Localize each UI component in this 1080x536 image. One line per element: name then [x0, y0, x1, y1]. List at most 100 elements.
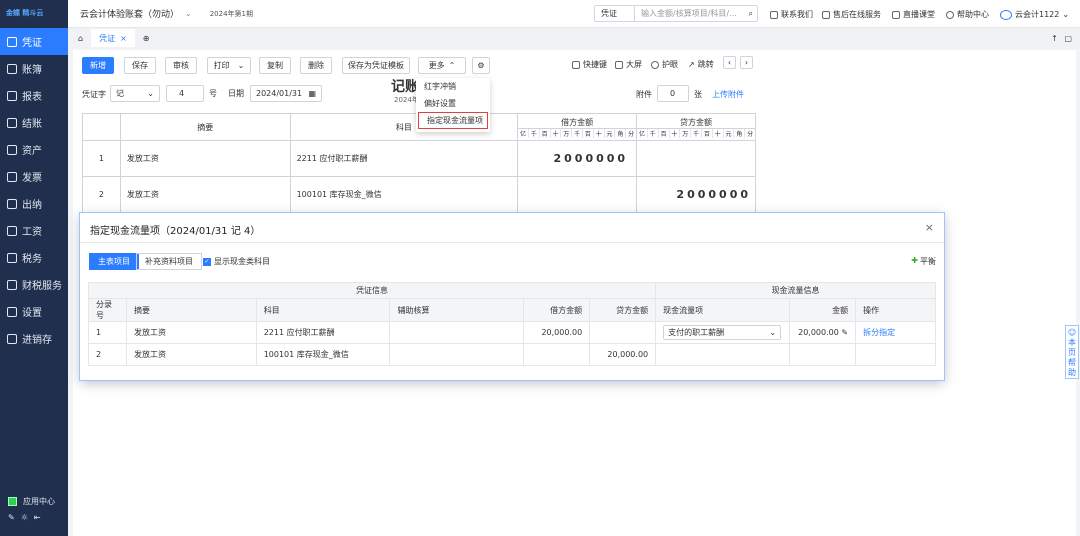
cell-amount[interactable]: 20,000.00 ✎ [789, 321, 857, 344]
split-assign-link[interactable]: 拆分指定 [855, 321, 936, 344]
menu-icon [7, 63, 17, 74]
shortcut-button[interactable]: 快捷键 [572, 59, 607, 70]
balance-icon: ✚ [911, 256, 918, 265]
cell-no: 2 [88, 343, 127, 366]
cell-subject: 2211 应付职工薪酬 [255, 321, 391, 344]
sidebar-item[interactable]: 工资 [0, 217, 68, 244]
home-icon[interactable]: ⌂ [78, 34, 83, 43]
row-summary[interactable]: 发放工资 [119, 176, 291, 213]
date-input[interactable]: 2024/01/31 ▦ [250, 85, 322, 102]
sidebar-item[interactable]: 资产 [0, 136, 68, 163]
edit-icon[interactable]: ✎ [839, 328, 848, 337]
attach-count-input[interactable]: 0 [657, 85, 689, 102]
copy-button[interactable]: 复制 [259, 57, 291, 74]
upload-attachment-link[interactable]: 上传附件 [712, 89, 744, 100]
jump-icon: ↗ [688, 60, 695, 69]
row-credit[interactable] [636, 140, 756, 177]
delete-button[interactable]: 删除 [300, 57, 332, 74]
prev-button[interactable]: ‹ [723, 56, 736, 69]
menu-icon [7, 171, 17, 182]
close-icon[interactable]: × [120, 34, 127, 43]
menu-icon [7, 333, 17, 344]
user-menu[interactable]: 云会计1122 ⌄ [1000, 9, 1069, 20]
cashflow-select[interactable]: 支付的职工薪酬 ⌄ [663, 325, 782, 340]
row-summary[interactable]: 发放工资 [119, 140, 291, 177]
cell-aux [389, 343, 525, 366]
sidebar-item[interactable]: 财税服务 [0, 271, 68, 298]
page-help-button[interactable]: ☺ 本页帮助 [1065, 325, 1079, 379]
contact-link[interactable]: 联系我们 [770, 9, 813, 20]
service-link[interactable]: 售后在线服务 [822, 9, 881, 20]
fullscreen-icon[interactable]: ▢ [1064, 34, 1072, 43]
tab-main-items[interactable]: 主表项目 [89, 253, 139, 270]
sidebar-item[interactable]: 结账 [0, 109, 68, 136]
sidebar-item[interactable]: 报表 [0, 82, 68, 109]
row-debit[interactable] [517, 176, 638, 213]
row-subject[interactable]: 2211 应付职工薪酬 [289, 140, 519, 177]
tab-voucher[interactable]: 凭证 × [91, 29, 135, 47]
sidebar-item[interactable]: 设置 [0, 298, 68, 325]
save-button[interactable]: 保存 [124, 57, 156, 74]
next-button[interactable]: › [740, 56, 753, 69]
app-center-link[interactable]: 应用中心 [8, 496, 55, 507]
table-row[interactable]: 1 发放工资 2211 应付职工薪酬 20,000.00 支付的职工薪酬 ⌄ 20… [88, 321, 936, 344]
bigscreen-button[interactable]: 大屏 [615, 59, 642, 70]
help-link[interactable]: 帮助中心 [946, 9, 989, 20]
sidebar-item[interactable]: 凭证 [0, 28, 68, 55]
jump-button[interactable]: ↗ 跳转 [688, 59, 714, 70]
live-link[interactable]: 直播课堂 [892, 9, 935, 20]
balance-button[interactable]: ✚ 平衡 [911, 256, 936, 267]
word-label: 凭证字 [82, 90, 106, 99]
account-name[interactable]: 云会计体验账套（勿动） [80, 7, 179, 20]
chevron-up-icon: ⌃ [448, 61, 456, 70]
search-type-select[interactable]: 凭证 [595, 6, 635, 21]
sidebar-item[interactable]: 进销存 [0, 325, 68, 352]
menu-item-preferences[interactable]: 偏好设置 [416, 95, 490, 112]
audit-button[interactable]: 审核 [165, 57, 197, 74]
more-button[interactable]: 更多 ⌃ [418, 57, 466, 74]
digit-header: 亿 [638, 130, 645, 138]
row-subject[interactable]: 100101 库存现金_微信 [289, 176, 519, 213]
sidebar-item[interactable]: 账簿 [0, 55, 68, 82]
edit-icon[interactable]: ✎ [8, 513, 15, 522]
digit-header: 万 [560, 128, 571, 138]
print-button[interactable]: 打印 ⌄ [207, 57, 251, 74]
sun-icon[interactable]: ☼ [21, 513, 28, 522]
voucher-row[interactable]: 2 发放工资 100101 库存现金_微信 2000000 [82, 176, 756, 213]
num-label: 号 [209, 89, 217, 98]
settings-gear-icon[interactable]: ⚙ [472, 57, 490, 74]
search-icon[interactable]: ⌕ [749, 9, 757, 19]
menu-item-cashflow[interactable]: 指定现金流量项 [418, 112, 488, 129]
pin-icon[interactable]: ↑ [1051, 34, 1058, 43]
voucher-number-input[interactable]: 4 [166, 85, 204, 102]
sidebar-item[interactable]: 发票 [0, 163, 68, 190]
voucher-title: 记账 [391, 79, 419, 95]
show-cash-subjects-checkbox[interactable]: ✓ 显示现金类科目 [203, 256, 270, 267]
chevron-down-icon[interactable]: ⌄ [185, 9, 192, 18]
eye-care-button[interactable]: 护眼 [651, 59, 678, 70]
tab-supplement-items[interactable]: 补充资料项目 [136, 253, 202, 270]
new-button[interactable]: 新增 [82, 57, 114, 74]
global-search[interactable]: 凭证 输入金额/核算项目/科目/... ⌕ [594, 5, 758, 22]
menu-item-red-reverse[interactable]: 红字冲销 [416, 78, 490, 95]
digit-header: 分 [625, 128, 636, 138]
sidebar-item[interactable]: 出纳 [0, 190, 68, 217]
digit-header: 元 [603, 128, 615, 138]
add-tab-icon[interactable]: ⊕ [143, 34, 150, 43]
search-input[interactable]: 输入金额/核算项目/科目/... [635, 8, 749, 19]
column-header: 操作 [855, 298, 936, 322]
sidebar-item[interactable]: 税务 [0, 244, 68, 271]
collapse-icon[interactable]: ⇤ [34, 513, 41, 522]
cell-op [855, 343, 936, 366]
save-template-button[interactable]: 保存为凭证模板 [342, 57, 410, 74]
checkbox-checked-icon: ✓ [203, 257, 211, 266]
voucher-row[interactable]: 1 发放工资 2211 应付职工薪酬 2000000 [82, 140, 756, 177]
voucher-word-select[interactable]: 记 ⌄ [110, 85, 160, 102]
row-debit[interactable]: 2000000 [517, 140, 638, 177]
row-credit[interactable]: 2000000 [636, 176, 756, 213]
close-icon[interactable]: × [925, 221, 934, 234]
sidebar: 金蝶 精斗云 凭证 账簿 报表 结账 资产 发票 出纳 工资 税务 财税服务 设置 进销存 应用中心 … [0, 0, 68, 536]
attach-unit: 张 [694, 90, 702, 99]
header-debit: 借方金额亿千百十万千百十元角分 [517, 113, 638, 141]
table-row[interactable]: 2 发放工资 100101 库存现金_微信 20,000.00 [88, 343, 936, 366]
